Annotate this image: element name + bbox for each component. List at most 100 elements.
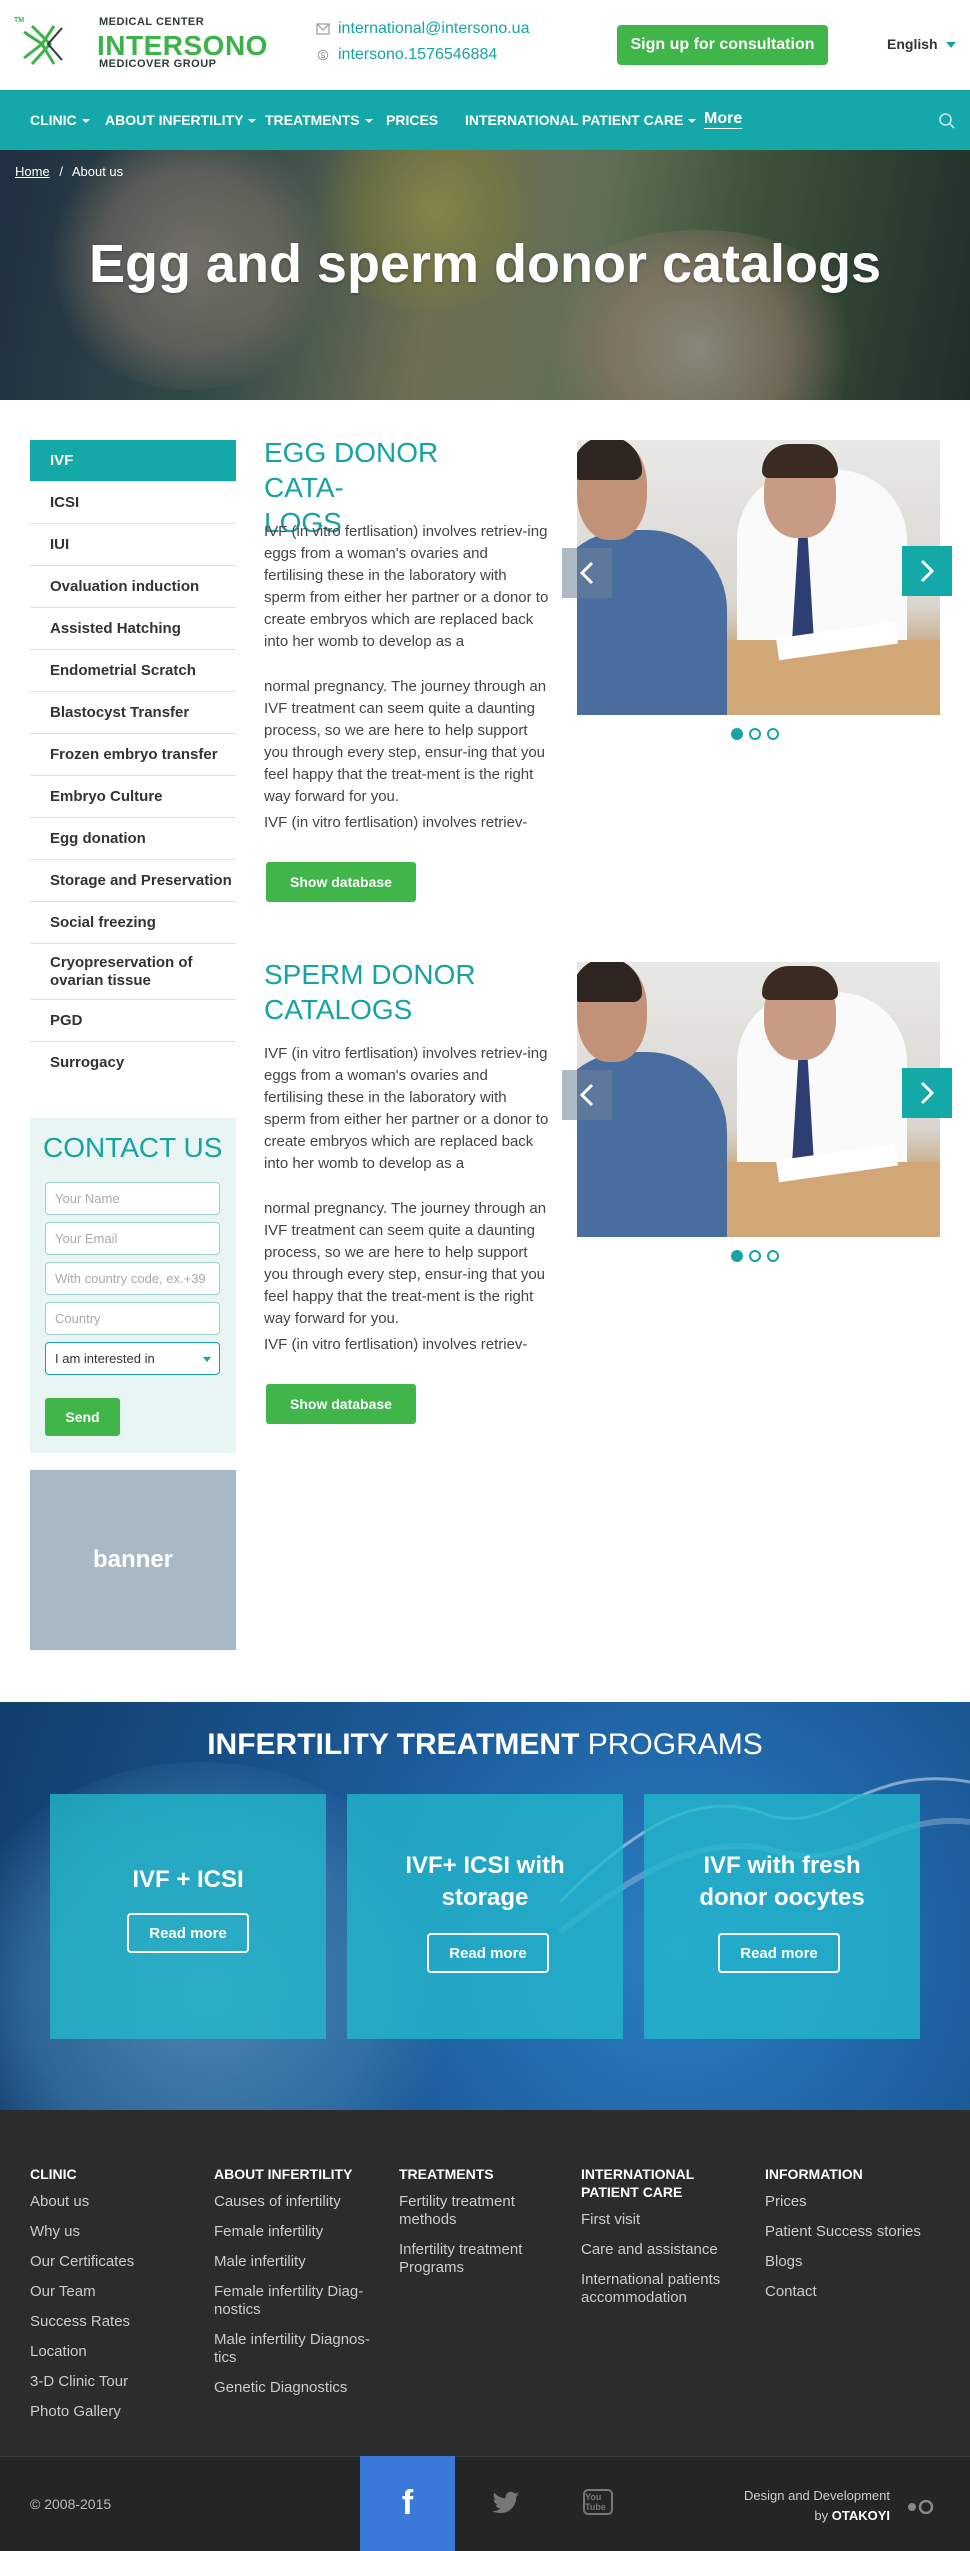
footer-link[interactable]: Patient Success stories <box>765 2223 955 2241</box>
nav-item-about-infertility[interactable]: ABOUT INFERTILITY <box>105 112 257 128</box>
footer-link[interactable]: Blogs <box>765 2253 955 2271</box>
footer-heading: TREATMENTS <box>399 2166 494 2182</box>
chevron-down-icon <box>945 42 956 49</box>
footer-link[interactable]: Infertility treatment Programs <box>399 2241 549 2277</box>
slider-prev-button[interactable] <box>562 548 612 598</box>
developer-credit-line: Design and Development <box>744 2488 890 2503</box>
language-selector[interactable]: English <box>887 36 956 52</box>
footer-link[interactable]: Female infertility <box>214 2223 384 2241</box>
hero-banner: Home / About us Egg and sperm donor cata… <box>0 150 970 400</box>
country-field[interactable]: Country <box>45 1302 220 1335</box>
footer-link[interactable]: Male infertility <box>214 2253 384 2271</box>
footer-link[interactable]: Why us <box>30 2223 200 2241</box>
footer-link[interactable]: Contact <box>765 2283 955 2301</box>
programs-section: INFERTILITY TREATMENT PROGRAMS IVF + ICS… <box>0 1702 970 2110</box>
nav-item-international-patient-care[interactable]: INTERNATIONAL PATIENT CARE <box>465 112 697 128</box>
section-paragraph: IVF (in vitro fertlisation) involves ret… <box>264 1045 549 1172</box>
program-card[interactable]: IVF with fresh donor oocytes Read more <box>644 1794 920 2039</box>
footer-link[interactable]: 3-D Clinic Tour <box>30 2373 200 2391</box>
slider-dot[interactable] <box>749 728 761 740</box>
footer-link[interactable]: Care and assistance <box>581 2241 741 2259</box>
slider-dot[interactable] <box>749 1250 761 1262</box>
nav-item-treatments[interactable]: TREATMENTS <box>265 112 373 128</box>
chevron-down-icon <box>81 119 90 124</box>
footer-link[interactable]: About us <box>30 2193 200 2211</box>
slider-dot[interactable] <box>767 1250 779 1262</box>
nav-more-link[interactable]: More <box>704 110 743 129</box>
slider-prev-button[interactable] <box>562 1070 612 1120</box>
youtube-icon[interactable]: You Tube <box>583 2489 613 2515</box>
footer-link[interactable]: International patients accommodation <box>581 2271 741 2307</box>
email-field[interactable]: Your Email <box>45 1222 220 1255</box>
program-card[interactable]: IVF+ ICSI with storage Read more <box>347 1794 623 2039</box>
footer-link[interactable]: Our Team <box>30 2283 200 2301</box>
slider-dot[interactable] <box>767 728 779 740</box>
search-icon[interactable] <box>938 112 956 130</box>
sidebar-item-assisted-hatching[interactable]: Assisted Hatching <box>30 608 236 650</box>
read-more-button[interactable]: Read more <box>127 1913 249 1953</box>
image-slider[interactable] <box>577 440 940 715</box>
sidebar-item-pgd[interactable]: PGD <box>30 1000 236 1042</box>
facebook-icon[interactable]: f <box>360 2456 455 2551</box>
twitter-icon[interactable] <box>492 2491 520 2513</box>
header-skype[interactable]: intersono.1576546884 <box>316 46 497 64</box>
nav-item-clinic[interactable]: CLINIC <box>30 112 90 128</box>
slider-dot[interactable] <box>731 728 743 740</box>
slider-next-button[interactable] <box>902 1068 952 1118</box>
show-database-button[interactable]: Show database <box>266 1384 416 1424</box>
sidebar-item-cryopreservation[interactable]: Cryopreservation of ovarian tissue <box>30 944 236 1000</box>
footer-link[interactable]: Genetic Diagnostics <box>214 2379 384 2397</box>
sidebar-item-social-freezing[interactable]: Social freezing <box>30 902 236 944</box>
footer-heading: CLINIC <box>30 2166 77 2182</box>
consultation-button[interactable]: Sign up for consultation <box>617 25 828 65</box>
sidebar-item-icsi[interactable]: ICSI <box>30 482 236 524</box>
footer-link[interactable]: Fertility treatment methods <box>399 2193 549 2229</box>
footer-link[interactable]: Male infertility Diagnos-tics <box>214 2331 384 2367</box>
slider-dot[interactable] <box>731 1250 743 1262</box>
sidebar-item-frozen-embryo-transfer[interactable]: Frozen embryo transfer <box>30 734 236 776</box>
read-more-button[interactable]: Read more <box>718 1933 840 1973</box>
ad-banner[interactable]: banner <box>30 1470 236 1650</box>
header-email[interactable]: international@intersono.ua <box>316 20 529 38</box>
footer-link[interactable]: Female infertility Diag-nostics <box>214 2283 384 2319</box>
footer-link[interactable]: Prices <box>765 2193 955 2211</box>
footer-link[interactable]: Causes of infertility <box>214 2193 384 2211</box>
sidebar-item-blastocyst-transfer[interactable]: Blastocyst Transfer <box>30 692 236 734</box>
footer-link[interactable]: Success Rates <box>30 2313 200 2331</box>
skype-text: intersono.1576546884 <box>338 46 498 63</box>
footer-link[interactable]: Our Certificates <box>30 2253 200 2271</box>
program-card-title-line: IVF + ICSI <box>132 1866 244 1893</box>
slide-photo-shape <box>577 440 642 480</box>
send-button[interactable]: Send <box>45 1398 120 1436</box>
sidebar-item-iui[interactable]: IUI <box>30 524 236 566</box>
breadcrumb-current: About us <box>71 164 124 179</box>
nav-item-prices[interactable]: PRICES <box>386 112 438 128</box>
footer-column-information: INFORMATION Prices Patient Success stori… <box>765 2165 955 2313</box>
sidebar-item-endometrial-scratch[interactable]: Endometrial Scratch <box>30 650 236 692</box>
sidebar-item-surrogacy[interactable]: Surrogacy <box>30 1042 236 1084</box>
image-slider[interactable] <box>577 962 940 1237</box>
skype-icon <box>317 49 329 60</box>
sidebar-item-storage-preservation[interactable]: Storage and Preservation <box>30 860 236 902</box>
sidebar-item-egg-donation[interactable]: Egg donation <box>30 818 236 860</box>
sidebar-item-ivf[interactable]: IVF <box>30 440 236 482</box>
breadcrumb-home-link[interactable]: Home <box>15 164 50 179</box>
breadcrumb: Home / About us <box>15 164 123 179</box>
developer-credit[interactable]: Design and Development by OTAKOYI <box>700 2486 890 2526</box>
show-database-button[interactable]: Show database <box>266 862 416 902</box>
programs-title: INFERTILITY TREATMENT PROGRAMS <box>0 1728 970 1762</box>
interest-select[interactable]: I am interested in <box>45 1342 220 1375</box>
program-card[interactable]: IVF + ICSI Read more <box>50 1794 326 2039</box>
read-more-button[interactable]: Read more <box>427 1933 549 1973</box>
name-field[interactable]: Your Name <box>45 1182 220 1215</box>
slide-photo-shape <box>577 962 642 1002</box>
sidebar-item-ovaluation-induction[interactable]: Ovaluation induction <box>30 566 236 608</box>
phone-field[interactable]: With country code, ex.+39 <box>45 1262 220 1295</box>
footer-link[interactable]: Photo Gallery <box>30 2403 200 2421</box>
footer-link[interactable]: First visit <box>581 2211 741 2229</box>
program-card-title: IVF with fresh donor oocytes <box>654 1850 910 1914</box>
slider-next-button[interactable] <box>902 546 952 596</box>
footer-link[interactable]: Location <box>30 2343 200 2361</box>
footer-divider <box>0 2456 970 2457</box>
sidebar-item-embryo-culture[interactable]: Embryo Culture <box>30 776 236 818</box>
